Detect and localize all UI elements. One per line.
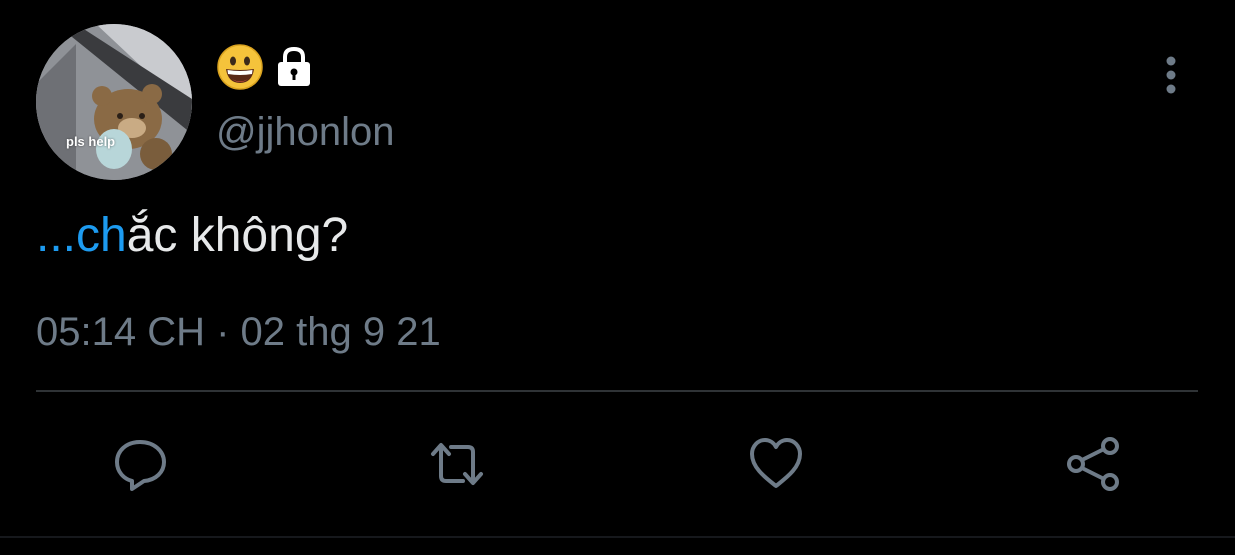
reply-button[interactable] [108,432,172,496]
share-button[interactable] [1062,432,1126,496]
like-button[interactable] [744,432,808,496]
retweet-button[interactable] [425,432,489,496]
bottom-divider [0,536,1235,538]
more-vertical-icon[interactable] [1158,54,1184,96]
avatar[interactable]: pls help [36,24,192,180]
divider [36,390,1198,392]
tweet-timestamp: 05:14 CH · 02 thg 9 21 [36,310,441,354]
share-icon [1067,437,1119,491]
grinning-face-emoji-icon [217,44,263,90]
tweet-text-body: ắc không? [126,209,349,262]
reply-icon [115,440,166,491]
heart-icon [750,438,802,488]
display-name[interactable] [216,42,316,92]
tweet-text: ...chắc không? [36,208,348,263]
avatar-image [36,24,192,180]
user-handle[interactable]: @jjhonlon [216,110,395,155]
lock-icon [278,46,310,86]
tweet-detail: pls help @jjhonlon ...chắc không? 05:14 … [0,0,1235,555]
avatar-caption: pls help [66,134,116,149]
tweet-text-link[interactable]: ...ch [36,209,127,262]
retweet-icon [431,443,483,485]
